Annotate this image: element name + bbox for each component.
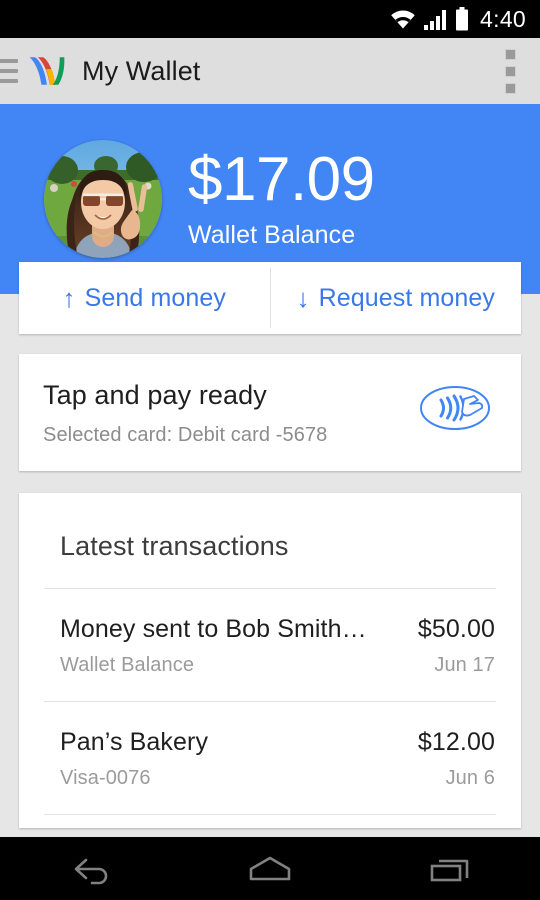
send-money-label: Send money: [84, 283, 226, 312]
divider: [44, 814, 496, 815]
overflow-menu-icon[interactable]: [505, 48, 516, 94]
money-actions-card: ↑ Send money ↓ Request money: [19, 262, 521, 334]
latest-transactions-card: Latest transactions Money sent to Bob Sm…: [19, 493, 521, 828]
user-profile-photo: [44, 140, 162, 258]
wallet-balance-label: Wallet Balance: [188, 220, 356, 249]
arrow-up-icon: ↑: [62, 283, 76, 313]
selected-card-label: Selected card: Debit card -5678: [43, 424, 328, 446]
google-wallet-logo: [29, 57, 65, 85]
transaction-source: Wallet Balance: [60, 654, 195, 676]
tap-and-pay-title: Tap and pay ready: [43, 380, 267, 410]
transaction-name: Money sent to Bob Smith…: [60, 615, 367, 643]
contactless-payment-icon: [420, 386, 490, 430]
table-row[interactable]: Money sent to Bob Smith… Wallet Balance …: [43, 589, 497, 701]
transaction-amount: $50.00: [417, 615, 495, 643]
wallet-balance-amount: $17.09: [188, 144, 375, 214]
transaction-date: Jun 17: [434, 654, 495, 676]
table-row[interactable]: Pan’s Bakery Visa-0076 $12.00 Jun 6: [43, 702, 497, 814]
balance-block: $17.09 Wallet Balance: [188, 144, 375, 250]
avatar[interactable]: [44, 140, 162, 258]
recents-button[interactable]: [395, 837, 505, 900]
phone-screen: 4:40 My Wallet $17.09 Wallet Balance ↑ S…: [0, 0, 540, 900]
arrow-down-icon: ↓: [296, 283, 310, 313]
status-bar: 4:40: [0, 0, 540, 38]
tap-and-pay-card[interactable]: Tap and pay ready Selected card: Debit c…: [19, 354, 521, 471]
transaction-source: Visa-0076: [60, 767, 151, 789]
transaction-date: Jun 6: [445, 767, 495, 789]
back-arrow-icon: [74, 858, 108, 884]
transactions-heading: Latest transactions: [60, 531, 289, 561]
battery-icon: [456, 7, 469, 31]
cellular-signal-icon: [424, 10, 447, 30]
status-bar-clock: 4:40: [480, 5, 526, 32]
hamburger-menu-icon[interactable]: [0, 59, 18, 83]
page-title: My Wallet: [82, 55, 201, 86]
home-icon: [249, 856, 291, 880]
transaction-amount: $12.00: [417, 728, 495, 756]
request-money-button[interactable]: ↓ Request money: [271, 262, 522, 334]
home-button[interactable]: [215, 837, 325, 900]
back-button[interactable]: [35, 837, 145, 900]
recent-apps-icon: [430, 859, 469, 881]
send-money-button[interactable]: ↑ Send money: [19, 262, 270, 334]
wifi-icon: [391, 10, 415, 29]
transaction-name: Pan’s Bakery: [60, 728, 209, 756]
android-navigation-bar: [0, 837, 540, 900]
app-bar: My Wallet: [0, 38, 540, 104]
request-money-label: Request money: [318, 283, 495, 312]
